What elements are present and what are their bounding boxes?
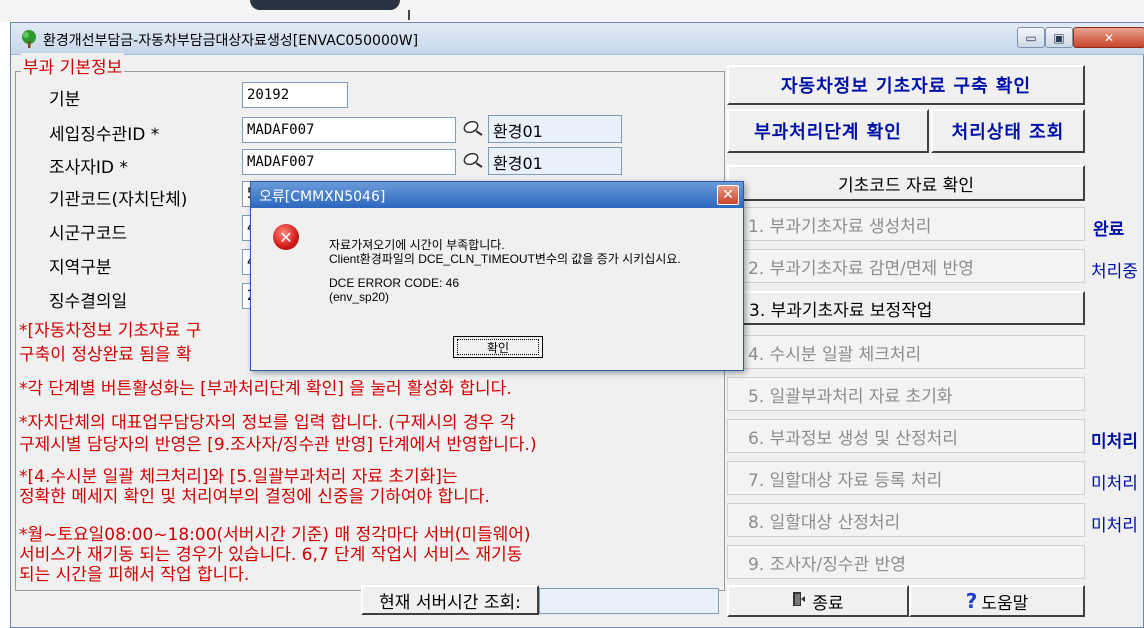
group-title: 부과 기본정보 <box>21 53 125 78</box>
note-line: 정확한 메세지 확인 및 처리여부의 결정에 신중을 기하여야 합니다. <box>19 487 490 507</box>
status-query-button[interactable]: 처리상태 조회 <box>931 109 1085 153</box>
code-check-button[interactable]: 기초코드 자료 확인 <box>727 165 1085 201</box>
step-9-button[interactable]: 9. 조사자/징수관 반영 <box>727 545 1085 579</box>
step-8-button[interactable]: 8. 일할대상 산정처리 <box>727 503 1085 537</box>
note-line: *각 단계별 버튼활성화는 [부과처리단계 확인] 을 눌러 활성화 합니다. <box>19 379 512 399</box>
dialog-title-bar[interactable]: 오류[CMMXN5046] ✕ <box>251 182 743 208</box>
minimize-icon: ▭ <box>1025 30 1037 45</box>
background-window-strip <box>0 0 1144 22</box>
inspector-id-label: 조사자ID * <box>49 158 128 178</box>
step-7-button[interactable]: 7. 일할대상 자료 등록 처리 <box>727 461 1085 495</box>
ok-button[interactable]: 확인 <box>453 336 543 358</box>
collector-lookup-button[interactable] <box>460 117 486 143</box>
server-time-field <box>539 588 719 614</box>
step-4-button[interactable]: 4. 수시분 일괄 체크처리 <box>727 335 1085 369</box>
inspector-id-field[interactable]: MADAF007 <box>242 149 456 175</box>
question-icon: ? <box>965 589 978 613</box>
agency-code-label: 기관코드(자치단체) <box>49 190 188 210</box>
note-line: 구축이 정상완료 됨을 확 <box>19 345 192 365</box>
error-icon: ✕ <box>273 224 299 250</box>
step-1-status: 완료 <box>1093 220 1125 240</box>
inspector-lookup-button[interactable] <box>460 149 486 175</box>
error-dialog: 오류[CMMXN5046] ✕ ✕ 자료가져오기에 시간이 부족합니다. Cli… <box>250 181 744 371</box>
note-line: 구제시별 담당자의 반영은 [9.조사자/징수관 반영] 단계에서 반영합니다.… <box>19 435 537 455</box>
magnifier-icon <box>462 150 484 174</box>
dialog-error-source: (env_sp20) <box>329 290 390 304</box>
dialog-close-button[interactable]: ✕ <box>717 185 739 205</box>
note-line: *자치단체의 대표업무담당자의 정보를 입력 합니다. (구제시의 경우 각 <box>19 413 516 433</box>
step-8-status: 미처리 <box>1091 516 1138 536</box>
dialog-title: 오류[CMMXN5046] <box>259 189 386 205</box>
build-check-button[interactable]: 자동차정보 기초자료 구축 확인 <box>727 65 1085 105</box>
collection-date-label: 징수결의일 <box>49 292 128 312</box>
magnifier-icon <box>462 118 484 142</box>
title-bar[interactable]: 환경개선부담금-자동차부담금대상자료생성[ENVAC050000W] ▭ ▣ ✕ <box>11 23 1144 55</box>
dialog-error-code: DCE ERROR CODE: 46 <box>329 276 460 290</box>
period-label: 기분 <box>49 90 81 110</box>
exit-door-icon <box>792 591 806 612</box>
maximize-icon: ▣ <box>1053 30 1065 45</box>
close-icon: ✕ <box>722 187 734 203</box>
step-2-button[interactable]: 2. 부과기초자료 감면/면제 반영 <box>727 249 1085 283</box>
collector-id-field[interactable]: MADAF007 <box>242 117 456 143</box>
region-type-label: 지역구분 <box>49 258 112 278</box>
server-time-query-button[interactable]: 현재 서버시간 조회: <box>361 585 539 615</box>
inspector-name: 환경01 <box>488 147 622 175</box>
maximize-button[interactable]: ▣ <box>1045 27 1073 48</box>
ok-label: 확인 <box>457 339 539 355</box>
step-7-status: 미처리 <box>1091 474 1138 494</box>
step-3-button[interactable]: 3. 부과기초자료 보정작업 <box>727 291 1085 325</box>
minimize-button[interactable]: ▭ <box>1017 27 1045 48</box>
help-button[interactable]: ? 도움말 <box>909 585 1085 617</box>
district-code-label: 시군구코드 <box>49 224 128 244</box>
step-6-button[interactable]: 6. 부과정보 생성 및 산정처리 <box>727 419 1085 453</box>
close-button[interactable]: ✕ <box>1073 27 1144 48</box>
step-5-button[interactable]: 5. 일괄부과처리 자료 초기화 <box>727 377 1085 411</box>
exit-button[interactable]: 종료 <box>727 585 909 617</box>
note-line: *[4.수시분 일괄 체크처리]와 [5.일괄부과처리 자료 초기화]는 <box>19 467 458 487</box>
collector-id-label: 세입징수관ID * <box>49 125 160 145</box>
period-field[interactable]: 20192 <box>242 82 348 108</box>
window-title: 환경개선부담금-자동차부담금대상자료생성[ENVAC050000W] <box>43 33 419 49</box>
step-6-status: 미처리 <box>1091 432 1138 452</box>
note-line: *월~토요일08:00~18:00(서버시간 기준) 매 정각마다 서버(미들웨… <box>19 525 531 545</box>
tree-icon <box>19 29 39 49</box>
step-1-button[interactable]: 1. 부과기초자료 생성처리 <box>727 207 1085 241</box>
note-line: *[자동차정보 기초자료 구 <box>19 321 202 341</box>
help-label: 도움말 <box>981 593 1029 614</box>
dialog-message-line: Client환경파일의 DCE_CLN_TIMEOUT변수의 값을 증가 시키십… <box>329 252 681 266</box>
stage-check-button[interactable]: 부과처리단계 확인 <box>727 109 929 153</box>
exit-label: 종료 <box>812 593 844 614</box>
note-line: 되는 시간을 피해서 작업 합니다. <box>19 565 250 585</box>
note-line: 서비스가 재기동 되는 경우가 있습니다. 6,7 단계 작업시 서비스 재기동 <box>19 545 523 565</box>
close-icon: ✕ <box>1103 30 1115 45</box>
collector-name: 환경01 <box>488 115 622 143</box>
step-2-status: 처리중 <box>1091 262 1138 282</box>
